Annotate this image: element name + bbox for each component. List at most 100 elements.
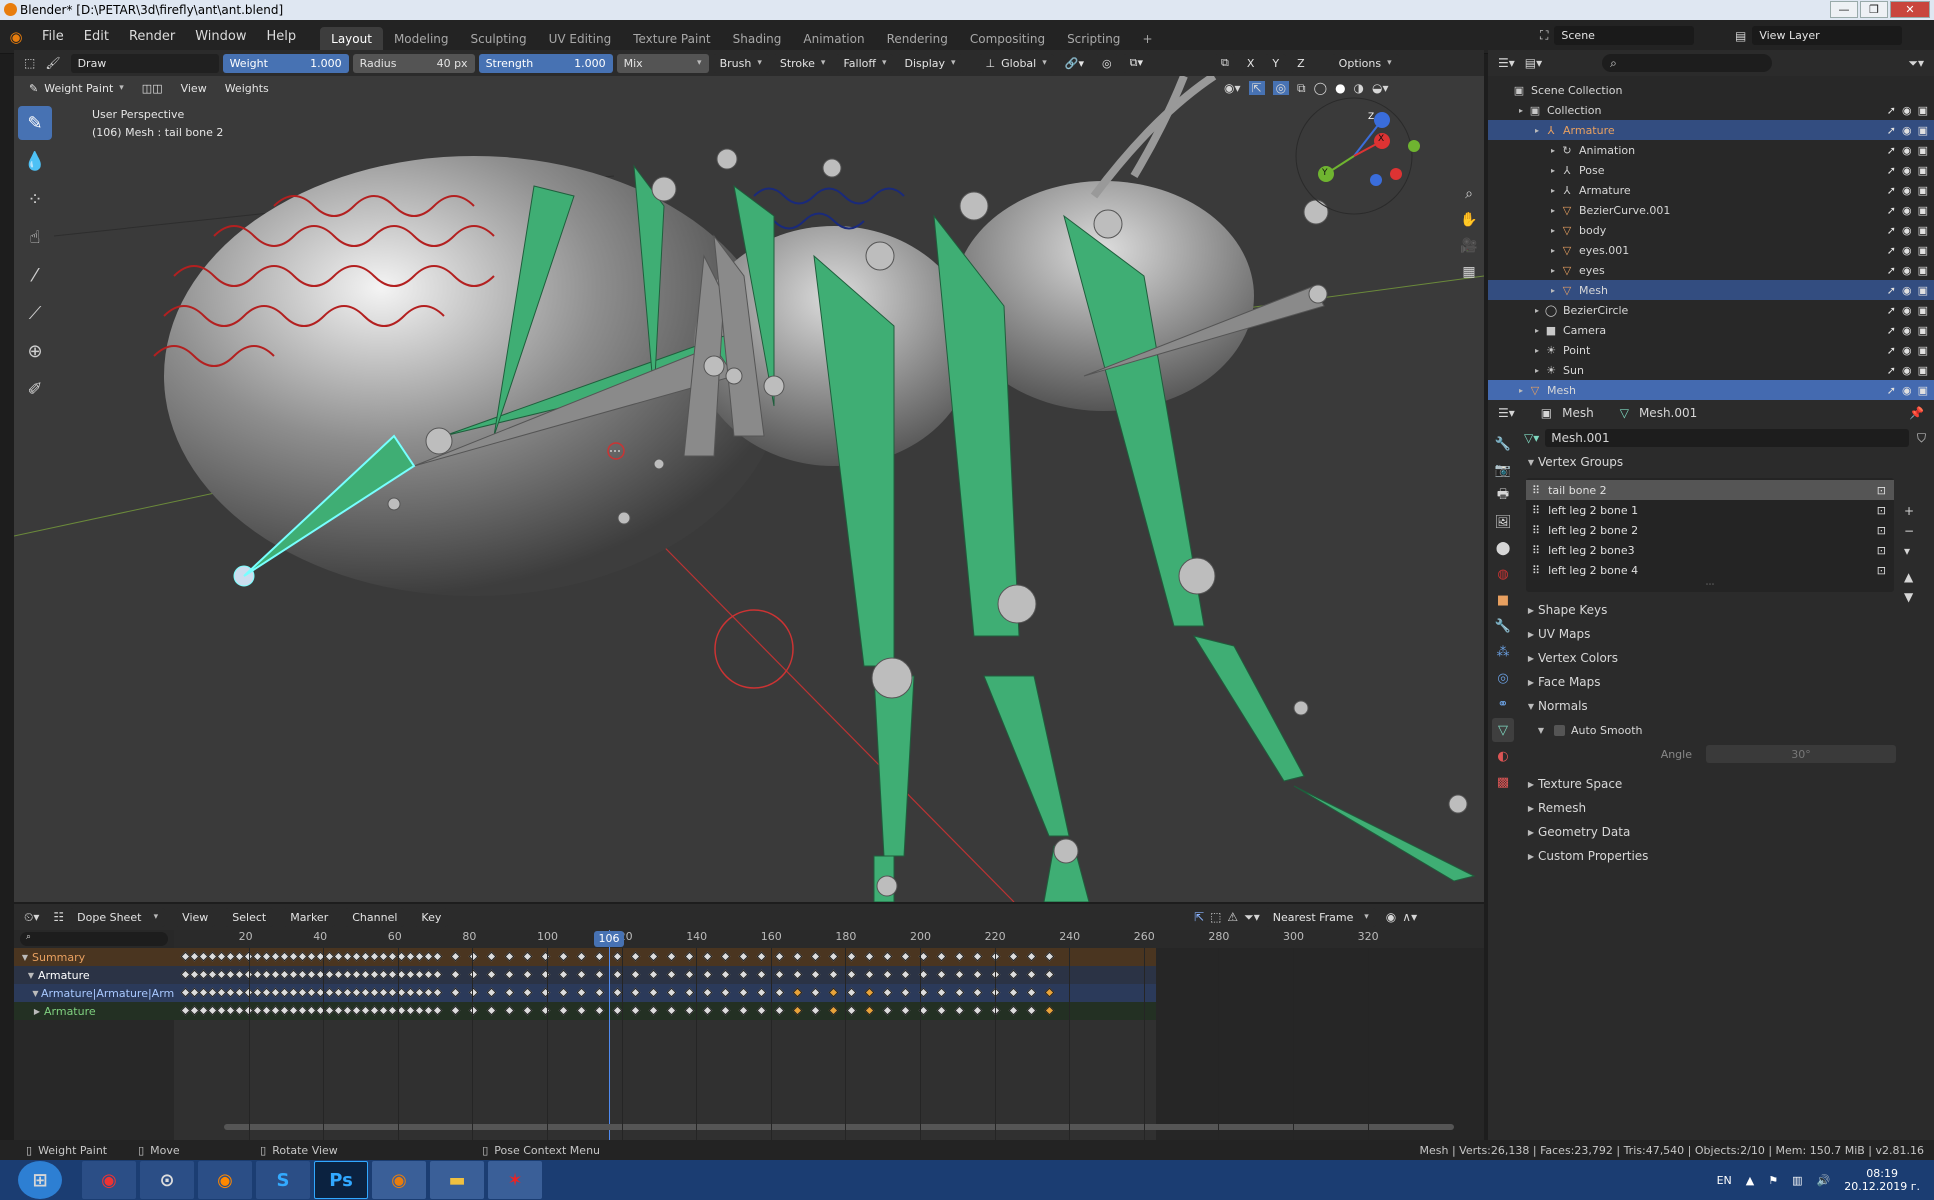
camera-render-icon[interactable]: ▣: [1918, 284, 1928, 297]
keyframe[interactable]: [486, 987, 497, 998]
add-vertex-group-button[interactable]: +: [1904, 504, 1914, 518]
gizmo-toggle-icon[interactable]: ⇱: [1248, 81, 1265, 95]
outliner-row[interactable]: ▸ ⅄ Armature ➚ ◉ ▣: [1488, 180, 1934, 200]
pan-hand-icon[interactable]: ✋: [1460, 212, 1477, 228]
keyframe[interactable]: [846, 969, 857, 980]
keyframe[interactable]: [1026, 951, 1037, 962]
keyframe[interactable]: [954, 987, 965, 998]
tab-layout[interactable]: Layout: [320, 27, 383, 51]
weight-slider[interactable]: Weight 1.000: [222, 53, 349, 73]
keyframe[interactable]: [1044, 987, 1055, 998]
collapsed-panel-header[interactable]: ▶ Remesh: [1516, 796, 1934, 820]
blur-icon[interactable]: 💧: [18, 144, 52, 178]
keyframe[interactable]: [900, 969, 911, 980]
keyframe[interactable]: [792, 1005, 803, 1016]
keyframe[interactable]: [936, 969, 947, 980]
keyframe[interactable]: [1008, 951, 1019, 962]
blender-taskbar-icon[interactable]: ◉: [372, 1161, 426, 1199]
tab-animation[interactable]: Animation: [792, 27, 875, 51]
rendered-shading-icon[interactable]: ◒▾: [1372, 81, 1389, 95]
select-arrow-icon[interactable]: ➚: [1887, 384, 1896, 397]
expand-icon[interactable]: ▸: [1546, 146, 1560, 155]
breadcrumb-data[interactable]: Mesh.001: [1639, 406, 1697, 420]
keyframe[interactable]: [684, 951, 695, 962]
keyframe[interactable]: [702, 951, 713, 962]
keyframe[interactable]: [684, 987, 695, 998]
keyframe[interactable]: [432, 969, 443, 980]
outliner-search-input[interactable]: ⌕: [1602, 54, 1773, 72]
timeline-editor-icon[interactable]: ⏲▾: [24, 910, 39, 925]
only-selected-icon[interactable]: ⇱: [1194, 910, 1204, 924]
mode-dropdown[interactable]: ✎ Weight Paint ▾: [22, 78, 131, 98]
draw-brush-icon[interactable]: ✎: [18, 106, 52, 140]
select-arrow-icon[interactable]: ➚: [1887, 224, 1896, 237]
select-arrow-icon[interactable]: ➚: [1887, 164, 1896, 177]
material-tab-icon[interactable]: ◐: [1492, 744, 1514, 768]
world-tab-icon[interactable]: ◍: [1492, 562, 1514, 586]
scene-name-field[interactable]: Scene: [1554, 26, 1695, 45]
lock-icon[interactable]: ⊡: [1877, 484, 1886, 497]
weights-menu[interactable]: Weights: [217, 78, 276, 98]
select-arrow-icon[interactable]: ➚: [1887, 264, 1896, 277]
dopesheet-channel-menu[interactable]: Channel: [345, 907, 405, 927]
keyframe[interactable]: [702, 969, 713, 980]
gizmo-x-label[interactable]: X: [1378, 134, 1384, 144]
keyframe[interactable]: [954, 951, 965, 962]
keyframe[interactable]: [864, 987, 875, 998]
keyframe[interactable]: [594, 987, 605, 998]
camera-view-icon[interactable]: 🎥: [1460, 238, 1477, 254]
keyframe[interactable]: [450, 1005, 461, 1016]
keyframe[interactable]: [576, 969, 587, 980]
solid-shading-icon[interactable]: ●: [1335, 81, 1345, 95]
chrome-icon[interactable]: ◉: [82, 1161, 136, 1199]
vertex-group-specials-icon[interactable]: ▾: [1904, 544, 1914, 558]
skype-icon[interactable]: S: [256, 1161, 310, 1199]
menu-window[interactable]: Window: [185, 20, 256, 54]
keyframe[interactable]: [1026, 987, 1037, 998]
collapsed-panel-header[interactable]: ▶ Texture Space: [1516, 772, 1934, 796]
filters-icon[interactable]: ⏷▾: [1244, 910, 1260, 925]
keyframe[interactable]: [504, 987, 515, 998]
auto-smooth-subpanel[interactable]: ▼ Auto Smooth: [1516, 718, 1934, 742]
keyframe[interactable]: [450, 969, 461, 980]
keyframe[interactable]: [594, 969, 605, 980]
keyframe[interactable]: [702, 987, 713, 998]
tab-rendering[interactable]: Rendering: [876, 27, 959, 51]
channel-row[interactable]: ▼Armature|Armature|ArmatureA: [14, 984, 174, 1002]
outliner-row[interactable]: ▸ ▽ body ➚ ◉ ▣: [1488, 220, 1934, 240]
brush-icon[interactable]: 🖌: [45, 56, 60, 70]
eye-icon[interactable]: ◉: [1902, 224, 1912, 237]
scene-tab-icon[interactable]: ⬤: [1492, 536, 1514, 560]
particles-tab-icon[interactable]: ⁂: [1492, 640, 1514, 664]
keyframe[interactable]: [882, 951, 893, 962]
camera-render-icon[interactable]: ▣: [1918, 184, 1928, 197]
expand-icon[interactable]: ▸: [1546, 186, 1560, 195]
display-mode-icon[interactable]: ▤▾: [1525, 56, 1542, 70]
clock[interactable]: 08:19 20.12.2019 г.: [1844, 1167, 1920, 1193]
keyframe[interactable]: [1008, 969, 1019, 980]
expand-icon[interactable]: ▸: [1530, 346, 1544, 355]
outliner-row[interactable]: ▸ ▽ eyes.001 ➚ ◉ ▣: [1488, 240, 1934, 260]
keyframe[interactable]: [1044, 951, 1055, 962]
keyframe[interactable]: [900, 951, 911, 962]
eye-icon[interactable]: ◉: [1902, 364, 1912, 377]
keyframe[interactable]: [630, 987, 641, 998]
keyframe[interactable]: [468, 987, 479, 998]
keyframe[interactable]: [864, 951, 875, 962]
camera-render-icon[interactable]: ▣: [1918, 144, 1928, 157]
expand-icon[interactable]: ▸: [1546, 246, 1560, 255]
expand-icon[interactable]: ▸: [1530, 306, 1544, 315]
eye-icon[interactable]: ◉: [1902, 384, 1912, 397]
average-icon[interactable]: ⁘: [18, 182, 52, 216]
close-button[interactable]: ✕: [1890, 1, 1930, 18]
keyframe-area[interactable]: 2040608010012014016018020022024026028030…: [174, 930, 1484, 1140]
blender-menu-icon[interactable]: ◉: [0, 28, 32, 46]
keyframe[interactable]: [828, 951, 839, 962]
move-up-button[interactable]: ▲: [1904, 570, 1914, 584]
keyframe[interactable]: [630, 951, 641, 962]
outliner-row[interactable]: ▸ ◯ BezierCircle ➚ ◉ ▣: [1488, 300, 1934, 320]
keyframe[interactable]: [702, 1005, 713, 1016]
keyframe[interactable]: [810, 969, 821, 980]
keyframe[interactable]: [432, 987, 443, 998]
eye-icon[interactable]: ◉: [1902, 124, 1912, 137]
